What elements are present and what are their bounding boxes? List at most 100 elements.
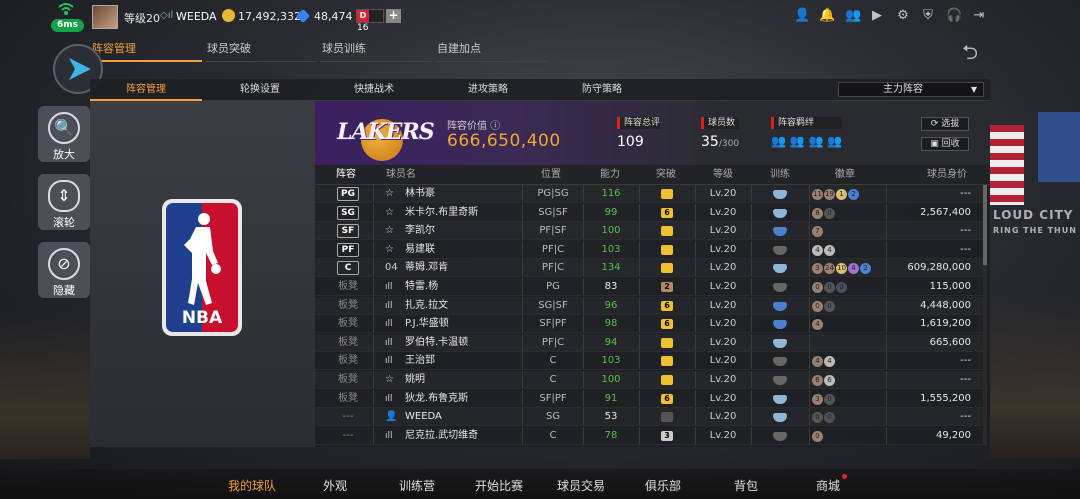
badge-chip: 0 [824, 300, 835, 312]
badge-chip: 11 [812, 189, 823, 200]
scroll-wheel-button[interactable]: ⇕ 滚轮 [38, 174, 90, 230]
add-currency-button[interactable]: + [386, 9, 401, 23]
table-row[interactable]: 板凳 ıll 罗伯特.卡温顿 PF|C 94 Lv.20 665,600 [315, 333, 983, 352]
table-row[interactable]: 板凳 ıll 王治郅 C 103 Lv.20 44 --- [315, 352, 983, 371]
table-row[interactable]: 板凳 ıll 特雷.杨 PG 83 2 Lv.20 000 115,000 [315, 278, 983, 296]
shield-icon[interactable]: ⛨ [921, 9, 935, 23]
avatar[interactable] [92, 5, 118, 29]
badge-chip: 2 [848, 189, 859, 200]
bell-icon[interactable]: 🔔 [819, 9, 835, 23]
league-logo-area: NBA [90, 101, 315, 447]
player-level: Lv.20 [709, 262, 737, 274]
nav-store[interactable]: 商城 [816, 477, 840, 494]
nav-appearance[interactable]: 外观 [323, 477, 347, 494]
player-name: 罗伯特.卡温顿 [405, 336, 469, 348]
select-button[interactable]: ⟳ 选拔 [921, 117, 969, 131]
tier-bar-icon: ıll [385, 356, 393, 367]
table-row[interactable]: --- 👤 WEEDA SG 53 Lv.20 00 --- [315, 408, 983, 427]
badge-chip: 7 [812, 226, 823, 238]
table-row[interactable]: PG ☆ 林书豪 PG|SG 116 Lv.20 11 19 1 2 --- [315, 185, 983, 203]
nav-club[interactable]: 俱乐部 [645, 477, 681, 494]
player-ability: 100 [601, 225, 621, 237]
badge-chip: 24 [824, 263, 835, 275]
badge-chip: 4 [824, 356, 835, 368]
table-row[interactable]: 板凳 ☆ 姚明 C 100 Lv.20 66 --- [315, 371, 983, 389]
table-row[interactable]: 板凳 ıll 扎克.拉文 SG|SF 96 6 Lv.20 00 4,448,0… [315, 296, 983, 315]
col-badges: 徽章 [835, 169, 855, 180]
player-price: 49,200 [936, 429, 971, 441]
table-row[interactable]: SG ☆ 米卡尔.布里奇斯 SG|SF 99 6 Lv.20 80 2,567,… [315, 203, 983, 222]
training-icon [773, 338, 787, 348]
player-level: Lv.20 [709, 411, 737, 423]
subtab-defense[interactable]: 防守策略 [546, 79, 658, 101]
arena-text: LOUD CITY RING THE THUN [993, 208, 1077, 235]
sub-tabs: 阵容管理 轮换设置 快捷战术 进攻策略 防守策略 主力阵容 [90, 79, 990, 101]
breakthrough-badge: 6 [661, 300, 673, 311]
player-position: C [549, 374, 557, 385]
subtab-rotation[interactable]: 轮换设置 [204, 79, 316, 101]
player-name: 米卡尔.布里奇斯 [405, 206, 479, 218]
badge-chip: 2 [860, 263, 871, 275]
nav-backpack[interactable]: 背包 [734, 477, 758, 494]
tab-lineup[interactable]: 阵容管理 [90, 40, 202, 62]
breakthrough-badge [661, 226, 673, 237]
player-name: P.J.华盛顿 [405, 318, 449, 330]
player-ability: 116 [601, 188, 621, 199]
table-row[interactable]: 板凳 ıll P.J.华盛顿 SF|PF 98 6 Lv.20 4 1,619,… [315, 315, 983, 334]
tab-breakthrough[interactable]: 球员突破 [205, 40, 317, 62]
tier-bar-icon: ıll [385, 319, 393, 330]
training-icon [773, 245, 787, 255]
badge-chip: 1 [836, 189, 847, 200]
recycle-button[interactable]: ▣ 回收 [921, 137, 969, 151]
back-arrow-icon[interactable]: ⮌ [962, 38, 978, 72]
table-row[interactable]: PF ☆ 易建联 PF|C 103 Lv.20 44 --- [315, 240, 983, 259]
badge-chip: 6 [812, 375, 823, 386]
zoom-button[interactable]: 🔍 放大 [38, 106, 90, 162]
player-level: Lv.20 [709, 188, 737, 199]
table-row[interactable]: --- ıll 尼克拉.武切维奇 C 78 3 Lv.20 0 49,200 [315, 426, 983, 445]
video-icon[interactable]: ▶ [870, 9, 884, 23]
hide-button[interactable]: ⊘ 隐藏 [38, 242, 90, 298]
lineup-dropdown[interactable]: 主力阵容 [838, 82, 984, 97]
subtab-tactics[interactable]: 快捷战术 [318, 79, 430, 101]
slot-badge: SG [337, 205, 359, 220]
tab-training[interactable]: 球员训练 [320, 40, 432, 62]
friends-icon[interactable]: 👥 [845, 9, 861, 23]
lakers-logo: LAKERS [331, 109, 441, 161]
tab-custom-points[interactable]: 自建加点 [435, 40, 547, 62]
subtab-lineup[interactable]: 阵容管理 [90, 79, 202, 101]
player-position: SF|PF [539, 318, 567, 330]
player-position: SG|SF [538, 299, 568, 311]
breakthrough-badge [661, 337, 673, 348]
profile-icon[interactable]: 👤 [794, 9, 810, 23]
col-ability: 能力 [600, 169, 620, 180]
training-icon [773, 431, 787, 441]
training-icon [773, 376, 787, 385]
subtab-offense[interactable]: 进攻策略 [432, 79, 544, 101]
table-row[interactable]: SF ☆ 李凯尔 PF|SF 100 Lv.20 7 --- [315, 222, 983, 241]
badge-chip: 4 [848, 263, 859, 275]
gear-icon[interactable]: ⚙ [896, 9, 910, 23]
nav-start-game[interactable]: 开始比赛 [475, 477, 523, 494]
table-row[interactable]: 板凳 ıll 狄龙.布鲁克斯 SF|PF 91 6 Lv.20 30 1,555… [315, 389, 983, 408]
table-header: 阵容 球员名 位置 能力 突破 等级 训练 徽章 球员身价 [315, 165, 990, 185]
nav-my-team[interactable]: 我的球队 [228, 477, 276, 494]
player-level: Lv.20 [709, 318, 737, 330]
table-row[interactable]: C 04 蒂姆.邓肯 PF|C 134 Lv.20 3 24 10 4 2 609,28… [315, 259, 983, 278]
bond-icons[interactable]: 👥 👥 👥 👥 [771, 134, 842, 148]
nav-trade[interactable]: 球员交易 [557, 477, 605, 494]
nba-logo: NBA [162, 199, 242, 336]
player-ability: 53 [604, 411, 618, 423]
username: WEEDA [176, 10, 217, 23]
scrollbar[interactable] [983, 185, 987, 445]
headset-icon[interactable]: 🎧 [946, 9, 962, 23]
exit-icon[interactable]: ⇥ [972, 9, 986, 23]
player-name: 扎克.拉文 [405, 299, 449, 311]
training-icon [773, 413, 787, 423]
diamond-amount: 48,474 [314, 10, 353, 23]
slot-label: 板凳 [338, 318, 358, 330]
badge-chip: 0 [812, 300, 823, 312]
nav-training-camp[interactable]: 训练营 [399, 477, 435, 494]
value-label: 阵容价值 ⓘ [447, 121, 501, 132]
badge-chip: 0 [824, 282, 835, 293]
